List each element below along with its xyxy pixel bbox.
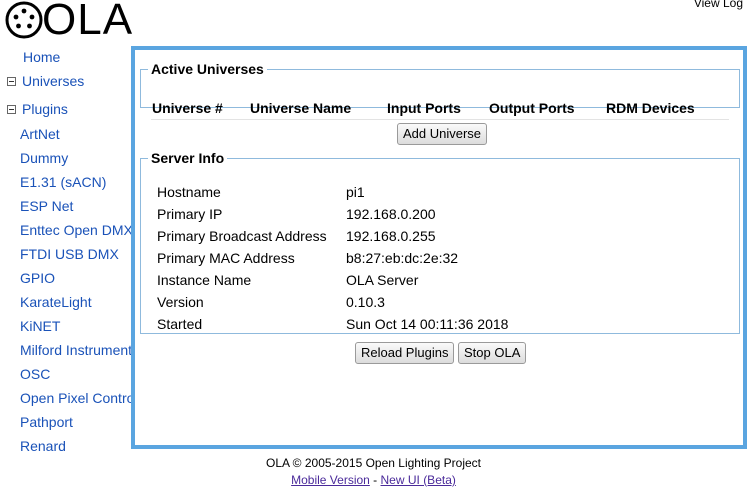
primary-ip-label: Primary IP	[157, 206, 223, 222]
sidebar-item-plugin[interactable]: Enttec Open DMX	[20, 222, 131, 238]
column-header-universe-name[interactable]: Universe Name	[250, 100, 351, 116]
mobile-version-link[interactable]: Mobile Version	[291, 473, 370, 487]
started-label: Started	[157, 316, 203, 332]
sidebar-item-plugin[interactable]: FTDI USB DMX	[20, 246, 119, 262]
mac-address-value: b8:27:eb:dc:2e:32	[346, 250, 459, 266]
sidebar-item-plugin[interactable]: GPIO	[20, 270, 55, 286]
table-header-divider	[151, 119, 729, 120]
broadcast-address-value: 192.168.0.255	[346, 228, 436, 244]
column-header-universe-number[interactable]: Universe #	[152, 100, 223, 116]
sidebar-item-plugin[interactable]: OSC	[20, 366, 50, 382]
ola-logo: OLA	[4, 0, 133, 42]
version-value: 0.10.3	[346, 294, 385, 310]
sidebar-item-plugin[interactable]: Pathport	[20, 414, 73, 430]
sidebar-item-home[interactable]: Home	[23, 49, 60, 65]
sidebar-item-plugin[interactable]: Renard	[20, 438, 66, 452]
started-value: Sun Oct 14 00:11:36 2018	[346, 316, 509, 332]
active-universes-legend: Active Universes	[151, 61, 264, 77]
hostname-value: pi1	[346, 184, 365, 200]
reload-plugins-button[interactable]: Reload Plugins	[355, 342, 455, 364]
active-universes-box: Active Universes Universe # Universe Nam…	[140, 61, 740, 120]
sidebar-item-plugin[interactable]: Dummy	[20, 150, 68, 166]
primary-ip-value: 192.168.0.200	[346, 206, 436, 222]
column-header-rdm-devices[interactable]: RDM Devices	[606, 100, 695, 116]
sidebar-item-plugin[interactable]: E1.31 (sACN)	[20, 174, 106, 190]
hostname-label: Hostname	[157, 184, 221, 200]
footer-links: Mobile Version - New UI (Beta)	[0, 472, 747, 489]
logo-text: OLA	[42, 0, 134, 44]
sidebar-item-plugin[interactable]: ESP Net	[20, 198, 73, 214]
column-header-input-ports[interactable]: Input Ports	[387, 100, 461, 116]
sidebar-section-universes[interactable]: Universes	[7, 73, 84, 89]
main-panel: Active Universes Universe # Universe Nam…	[131, 46, 747, 449]
version-label: Version	[157, 294, 204, 310]
add-universe-button[interactable]: Add Universe	[397, 123, 488, 145]
stop-ola-button[interactable]: Stop OLA	[458, 342, 527, 364]
footer-separator: -	[369, 473, 381, 487]
new-ui-link[interactable]: New UI (Beta)	[381, 473, 456, 487]
server-info-legend: Server Info	[151, 150, 225, 166]
sidebar-item-plugin[interactable]: ArtNet	[20, 126, 60, 142]
column-header-output-ports[interactable]: Output Ports	[489, 100, 575, 116]
broadcast-address-label: Primary Broadcast Address	[157, 228, 327, 244]
sidebar-item-plugin[interactable]: KarateLight	[20, 294, 92, 310]
mac-address-label: Primary MAC Address	[157, 250, 295, 266]
sidebar-section-plugins[interactable]: Plugins	[7, 101, 68, 117]
collapse-icon[interactable]	[7, 76, 16, 86]
instance-name-label: Instance Name	[157, 272, 252, 288]
collapse-icon[interactable]	[7, 104, 16, 114]
view-log-link[interactable]: View Log	[694, 0, 743, 10]
instance-name-value: OLA Server	[346, 272, 419, 288]
sidebar-section-label: Plugins	[22, 101, 68, 117]
sidebar-item-plugin[interactable]: Milford Instruments	[20, 342, 131, 358]
copyright-text: OLA © 2005-2015 Open Lighting Project	[266, 456, 481, 470]
sidebar-section-label: Universes	[22, 73, 85, 89]
sidebar: Home Universes Plugins ArtNet Dummy E1.3…	[0, 46, 131, 452]
xlr-connector-icon	[5, 1, 43, 39]
server-info-box: Server Info Hostname pi1 Primary IP 192.…	[140, 150, 740, 334]
sidebar-item-plugin[interactable]: KiNET	[20, 318, 60, 334]
sidebar-item-plugin[interactable]: Open Pixel Control	[20, 390, 131, 406]
footer: OLA © 2005-2015 Open Lighting Project Mo…	[0, 455, 747, 489]
